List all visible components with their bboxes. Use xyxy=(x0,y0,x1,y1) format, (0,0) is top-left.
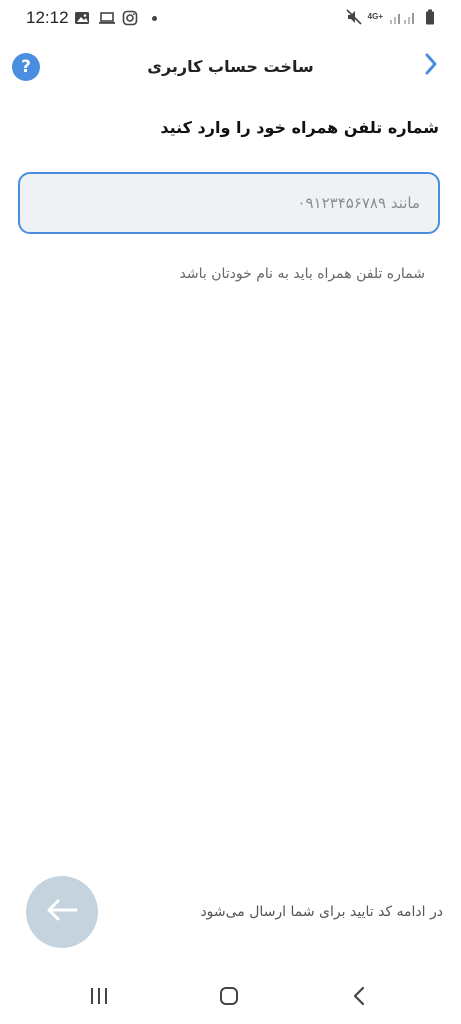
back-icon xyxy=(352,986,366,1010)
recent-apps-icon xyxy=(89,987,109,1009)
battery-icon xyxy=(425,9,435,25)
arrow-left-icon xyxy=(45,898,79,926)
mute-icon xyxy=(346,9,362,25)
status-time: 12:12 xyxy=(26,8,69,27)
status-right-icons: 4G+ xyxy=(346,9,435,25)
home-icon xyxy=(219,986,239,1010)
image-icon xyxy=(74,10,90,26)
page-title: ساخت حساب کاربری xyxy=(147,57,314,76)
back-button[interactable] xyxy=(417,52,445,80)
verification-note: در ادامه کد تایید برای شما ارسال می‌شود xyxy=(200,904,443,920)
instagram-icon xyxy=(122,10,138,26)
laptop-icon xyxy=(98,10,115,26)
signal-icon xyxy=(389,9,419,25)
phone-number-input[interactable] xyxy=(18,172,440,234)
system-back-button[interactable] xyxy=(344,984,374,1012)
home-button[interactable] xyxy=(214,984,244,1012)
phone-prompt: شماره تلفن همراه خود را وارد کنید xyxy=(160,118,439,137)
next-button[interactable] xyxy=(26,876,98,948)
system-nav-bar xyxy=(0,968,461,1024)
recent-apps-button[interactable] xyxy=(84,984,114,1012)
chevron-right-icon xyxy=(423,52,439,80)
network-type-label: 4G+ xyxy=(367,12,383,21)
status-bar: 12:12 4G+ xyxy=(0,0,461,36)
status-left-icons xyxy=(74,10,157,26)
dot-icon xyxy=(152,15,157,21)
phone-hint: شماره تلفن همراه باید به نام خودتان باشد xyxy=(179,266,425,282)
app-header: ? ساخت حساب کاربری xyxy=(0,44,461,88)
